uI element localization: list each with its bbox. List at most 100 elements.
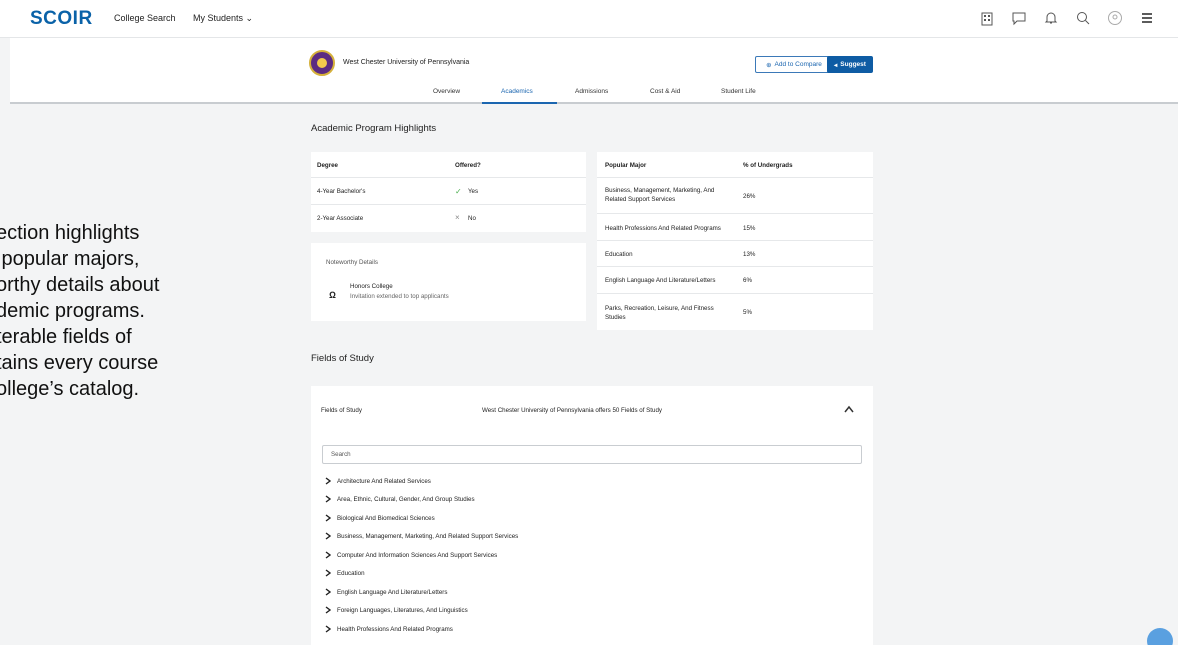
bell-icon[interactable] (1042, 9, 1060, 27)
hamburger-menu-icon[interactable] (1138, 9, 1156, 27)
college-header: West Chester University of Pennsylvania … (10, 38, 1178, 104)
field-label: Computer And Information Sciences And Su… (337, 551, 498, 559)
majors-table-header: Popular Major % of Undergrads (597, 152, 873, 178)
chevron-right-icon (325, 477, 331, 485)
chevron-right-icon (325, 569, 331, 577)
table-row: Parks, Recreation, Leisure, And Fitness … (597, 294, 873, 330)
field-label: Biological And Biomedical Sciences (337, 514, 435, 522)
plus-circle-icon: ⊕ (766, 61, 772, 69)
chevron-down-icon: ⌄ (245, 13, 254, 23)
nav-my-students[interactable]: My Students ⌄ (193, 13, 253, 24)
nav-my-students-label: My Students (193, 13, 244, 23)
active-tab-indicator (482, 102, 557, 104)
major-pct: 6% (743, 277, 752, 284)
message-icon[interactable] (1010, 9, 1028, 27)
fields-title: Fields of Study (311, 353, 374, 364)
suggest-label: Suggest (840, 61, 866, 68)
nav-icons (978, 9, 1156, 27)
offered-value: Yes (468, 188, 479, 195)
fields-card: Fields of Study West Chester University … (311, 386, 873, 645)
field-label: Architecture And Related Services (337, 477, 431, 485)
major-name: Parks, Recreation, Leisure, And Fitness … (605, 305, 714, 321)
list-item[interactable]: English Language And Literature/Letters (325, 588, 447, 596)
fields-search-input[interactable]: Search (322, 445, 862, 464)
building-icon[interactable] (978, 9, 996, 27)
list-item[interactable]: Area, Ethnic, Cultural, Gender, And Grou… (325, 495, 475, 503)
table-row: Business, Management, Marketing, And Rel… (597, 178, 873, 214)
add-to-compare-button[interactable]: ⊕ Add to Compare (755, 56, 833, 73)
degree-header: Degree (317, 162, 338, 169)
college-seal (309, 50, 335, 76)
noteworthy-item: Honors College (350, 283, 393, 290)
list-item[interactable]: Biological And Biomedical Sciences (325, 514, 435, 522)
tab-academics[interactable]: Academics (501, 88, 533, 95)
tab-cost-aid[interactable]: Cost & Aid (650, 88, 680, 95)
chevron-right-icon (325, 532, 331, 540)
list-item[interactable]: Architecture And Related Services (325, 477, 431, 485)
field-label: Area, Ethnic, Cultural, Gender, And Grou… (337, 495, 475, 503)
table-row: English Language And Literature/Letters … (597, 267, 873, 294)
suggest-button[interactable]: ◂ Suggest (827, 56, 873, 73)
fields-header-label: Fields of Study (321, 407, 362, 414)
nav-college-search[interactable]: College Search (114, 13, 176, 23)
chat-icon[interactable] (1147, 628, 1173, 645)
degree-table: Degree Offered? 4-Year Bachelor's ✓ Yes … (311, 152, 586, 232)
noteworthy-title: Noteworthy Details (326, 259, 378, 266)
chevron-right-icon (325, 514, 331, 522)
overlay-annotation: ection highlights popular majors, orthy … (0, 222, 160, 400)
highlights-title: Academic Program Highlights (311, 123, 437, 134)
major-name: Business, Management, Marketing, And Rel… (605, 187, 715, 203)
pct-header: % of Undergrads (743, 162, 793, 169)
field-label: English Language And Literature/Letters (337, 588, 448, 596)
list-item[interactable]: Computer And Information Sciences And Su… (325, 551, 497, 559)
scoir-logo[interactable]: SCOIR (30, 8, 93, 30)
major-name: Health Professions And Related Programs (605, 225, 721, 232)
tab-admissions[interactable]: Admissions (575, 88, 608, 95)
table-row: 2-Year Associate × No (311, 205, 586, 232)
offered-value: No (468, 215, 476, 222)
list-item[interactable]: Health Professions And Related Programs (325, 625, 453, 633)
send-icon: ◂ (834, 61, 838, 69)
add-to-compare-label: Add to Compare (774, 61, 822, 68)
chevron-up-icon[interactable] (843, 404, 855, 414)
chevron-right-icon (325, 625, 331, 633)
field-label: Business, Management, Marketing, And Rel… (337, 532, 519, 540)
major-pct: 5% (743, 309, 752, 316)
chevron-right-icon (325, 495, 331, 503)
major-name: Education (605, 251, 633, 258)
check-icon: ✓ (455, 187, 462, 196)
degree-name: 2-Year Associate (317, 215, 364, 222)
top-nav: SCOIR College Search My Students ⌄ (0, 0, 1178, 38)
chevron-right-icon (325, 588, 331, 596)
major-pct: 26% (743, 193, 756, 200)
major-name: English Language And Literature/Letters (605, 277, 716, 284)
chevron-right-icon (325, 551, 331, 559)
search-icon[interactable] (1074, 9, 1092, 27)
major-pct: 13% (743, 251, 756, 258)
award-icon: Ω (329, 290, 336, 300)
x-icon: × (455, 213, 460, 222)
tab-student-life[interactable]: Student Life (721, 88, 756, 95)
degree-table-header: Degree Offered? (311, 152, 586, 178)
tab-overview[interactable]: Overview (433, 88, 460, 95)
chevron-right-icon (325, 606, 331, 614)
table-row: Education 13% (597, 241, 873, 267)
avatar-icon[interactable] (1106, 9, 1124, 27)
offered-header: Offered? (455, 162, 481, 169)
degree-name: 4-Year Bachelor's (317, 188, 366, 195)
major-pct: 15% (743, 225, 756, 232)
list-item[interactable]: Foreign Languages, Literatures, And Ling… (325, 606, 468, 614)
table-row: Health Professions And Related Programs … (597, 214, 873, 241)
table-row: 4-Year Bachelor's ✓ Yes (311, 178, 586, 205)
list-item[interactable]: Business, Management, Marketing, And Rel… (325, 532, 518, 540)
list-item[interactable]: Education (325, 569, 365, 577)
noteworthy-card: Noteworthy Details Ω Honors College Invi… (311, 243, 586, 321)
field-label: Education (337, 569, 365, 577)
noteworthy-sub: Invitation extended to top applicants (350, 293, 449, 300)
field-label: Health Professions And Related Programs (337, 625, 453, 633)
fields-summary: West Chester University of Pennsylvania … (482, 407, 662, 414)
college-name: West Chester University of Pennsylvania (343, 59, 470, 66)
major-header: Popular Major (605, 162, 647, 169)
popular-majors-table: Popular Major % of Undergrads Business, … (597, 152, 873, 330)
field-label: Foreign Languages, Literatures, And Ling… (337, 606, 468, 614)
